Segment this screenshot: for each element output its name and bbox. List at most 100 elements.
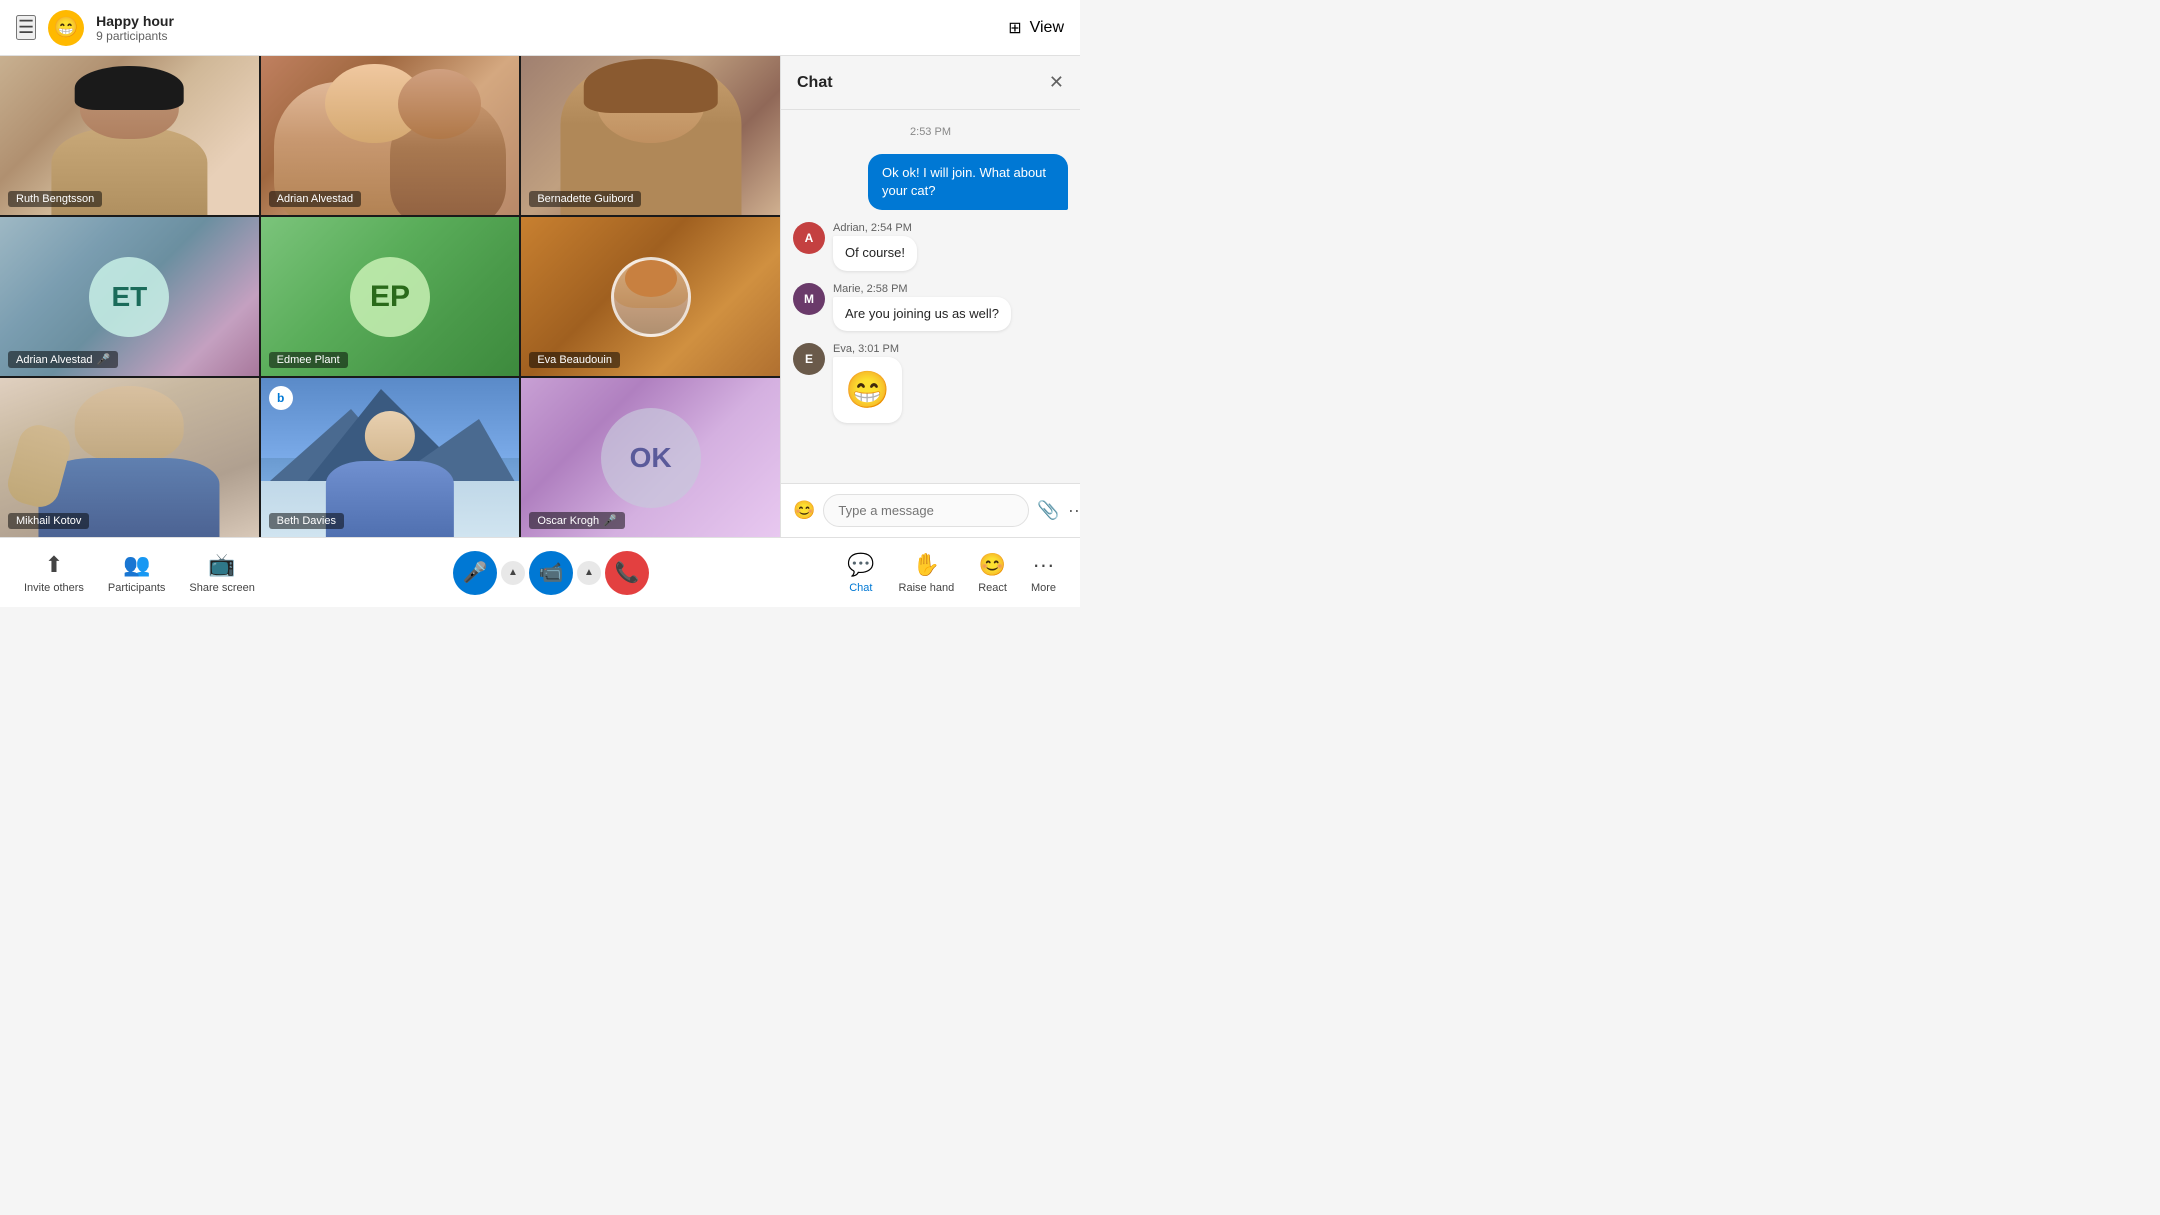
view-label: View (1030, 19, 1064, 37)
tile-label-edmee: Edmee Plant (269, 352, 348, 368)
tile-label-oscar: Oscar Krogh 🎤 (529, 512, 624, 529)
bottom-toolbar: ⬆ Invite others 👥 Participants 📺 Share s… (0, 537, 1080, 607)
toolbar-center: 🎤 ▲ 📹 ▲ 📞 (453, 551, 649, 595)
share-screen-icon: 📺 (208, 552, 235, 578)
mic-icon-adrian: 🎤 (96, 353, 110, 366)
meeting-emoji: 😁 (48, 10, 84, 46)
react-icon: 😊 (979, 552, 1006, 578)
more-icon: ··· (1032, 552, 1054, 578)
cam-chevron-button[interactable]: ▲ (577, 561, 601, 585)
video-tile-adrian-avatar: ET Adrian Alvestad 🎤 (0, 217, 259, 376)
mic-icon-oscar: 🎤 (603, 514, 617, 527)
tile-name-beth: Beth Davies (277, 515, 336, 527)
main-content: Ruth Bengtsson Adrian Alvestad (0, 56, 1080, 537)
tile-label-bernadette: Bernadette Guibord (529, 191, 641, 207)
share-screen-button[interactable]: 📺 Share screen (189, 552, 254, 594)
meeting-header: ☰ 😁 Happy hour 9 participants ⊞ View (0, 0, 1080, 56)
participant-count: 9 participants (96, 29, 174, 43)
chat-icon: 💬 (847, 552, 874, 578)
tile-name-mikhail: Mikhail Kotov (16, 515, 81, 527)
tile-label-adrian-video: Adrian Alvestad (269, 191, 361, 207)
video-tile-mikhail: Mikhail Kotov (0, 378, 259, 537)
grid-icon: ⊞ (1008, 18, 1021, 38)
chat-input-area: 😊 📎 ··· (781, 483, 1080, 537)
toolbar-left: ⬆ Invite others 👥 Participants 📺 Share s… (24, 552, 255, 594)
tile-name-edmee: Edmee Plant (277, 354, 340, 366)
more-options-icon[interactable]: ··· (1068, 500, 1080, 521)
msg-content-eva: Eva, 3:01 PM 😁 (833, 343, 902, 423)
avatar-marie-chat: M (793, 283, 825, 315)
view-button[interactable]: ⊞ View (1008, 18, 1064, 38)
react-button[interactable]: 😊 React (978, 552, 1007, 594)
msg-bubble-eva: 😁 (833, 357, 902, 423)
msg-content-marie: Marie, 2:58 PM Are you joining us as wel… (833, 283, 1011, 331)
msg-sender-eva: Eva, 3:01 PM (833, 343, 902, 355)
chat-close-button[interactable]: ✕ (1049, 72, 1064, 93)
raise-hand-label: Raise hand (899, 582, 955, 594)
mute-button[interactable]: 🎤 (453, 551, 497, 595)
chat-input[interactable] (823, 494, 1029, 527)
mic-chevron-button[interactable]: ▲ (501, 561, 525, 585)
raise-hand-button[interactable]: ✋ Raise hand (899, 552, 955, 594)
chat-panel: Chat ✕ 2:53 PM Ok ok! I will join. What … (780, 56, 1080, 537)
tile-label-beth: Beth Davies (269, 513, 344, 529)
tile-label-eva: Eva Beaudouin (529, 352, 620, 368)
react-label: React (978, 582, 1007, 594)
participants-label: Participants (108, 582, 165, 594)
meeting-title: Happy hour (96, 13, 174, 29)
message-sent-1: Ok ok! I will join. What about your cat? (868, 154, 1068, 210)
invite-icon: ⬆ (45, 552, 63, 578)
chat-messages: 2:53 PM Ok ok! I will join. What about y… (781, 110, 1080, 483)
video-grid: Ruth Bengtsson Adrian Alvestad (0, 56, 780, 537)
msg-content-adrian: Adrian, 2:54 PM Of course! (833, 222, 917, 270)
more-button[interactable]: ··· More (1031, 552, 1056, 594)
hangup-button[interactable]: 📞 (605, 551, 649, 595)
participants-icon: 👥 (123, 552, 150, 578)
bing-icon: b (269, 386, 293, 410)
more-label: More (1031, 582, 1056, 594)
message-adrian: A Adrian, 2:54 PM Of course! (793, 222, 1068, 270)
tile-label-mikhail: Mikhail Kotov (8, 513, 89, 529)
video-tile-ruth: Ruth Bengtsson (0, 56, 259, 215)
video-tile-oscar: OK Oscar Krogh 🎤 (521, 378, 780, 537)
msg-bubble-adrian: Of course! (833, 236, 917, 270)
tile-label-ruth: Ruth Bengtsson (8, 191, 102, 207)
video-tile-edmee: EP Edmee Plant (261, 217, 520, 376)
invite-label: Invite others (24, 582, 84, 594)
avatar-ep: EP (350, 257, 430, 337)
participants-button[interactable]: 👥 Participants (108, 552, 165, 594)
tile-name-adrian-video: Adrian Alvestad (277, 193, 353, 205)
tile-name-bernadette: Bernadette Guibord (537, 193, 633, 205)
invite-others-button[interactable]: ⬆ Invite others (24, 552, 84, 594)
camera-button[interactable]: 📹 (529, 551, 573, 595)
meeting-info: Happy hour 9 participants (96, 13, 174, 43)
chat-header: Chat ✕ (781, 56, 1080, 110)
avatar-adrian-chat: A (793, 222, 825, 254)
video-tile-beth: b Beth Davies (261, 378, 520, 537)
chat-button[interactable]: 💬 Chat (847, 552, 874, 594)
msg-bubble-marie: Are you joining us as well? (833, 297, 1011, 331)
message-marie: M Marie, 2:58 PM Are you joining us as w… (793, 283, 1068, 331)
video-tile-adrian-video: Adrian Alvestad (261, 56, 520, 215)
tile-name-ruth: Ruth Bengtsson (16, 193, 94, 205)
share-screen-label: Share screen (189, 582, 254, 594)
tile-name-oscar: Oscar Krogh (537, 515, 599, 527)
video-tile-bernadette: Bernadette Guibord (521, 56, 780, 215)
attach-icon[interactable]: 📎 (1037, 500, 1059, 521)
avatar-et: ET (89, 257, 169, 337)
avatar-eva-chat: E (793, 343, 825, 375)
video-tile-eva: Eva Beaudouin (521, 217, 780, 376)
message-eva: E Eva, 3:01 PM 😁 (793, 343, 1068, 423)
raise-hand-icon: ✋ (913, 552, 940, 578)
tile-name-adrian-avatar: Adrian Alvestad (16, 354, 92, 366)
timestamp-253: 2:53 PM (793, 126, 1068, 138)
toolbar-right: 💬 Chat ✋ Raise hand 😊 React ··· More (847, 552, 1056, 594)
tile-label-adrian-avatar: Adrian Alvestad 🎤 (8, 351, 118, 368)
chat-label: Chat (849, 582, 872, 594)
avatar-ok: OK (601, 408, 701, 508)
header-left: ☰ 😁 Happy hour 9 participants (16, 10, 174, 46)
emoji-picker-icon[interactable]: 😊 (793, 500, 815, 521)
menu-button[interactable]: ☰ (16, 15, 36, 40)
chat-title: Chat (797, 74, 833, 92)
msg-sender-adrian: Adrian, 2:54 PM (833, 222, 917, 234)
